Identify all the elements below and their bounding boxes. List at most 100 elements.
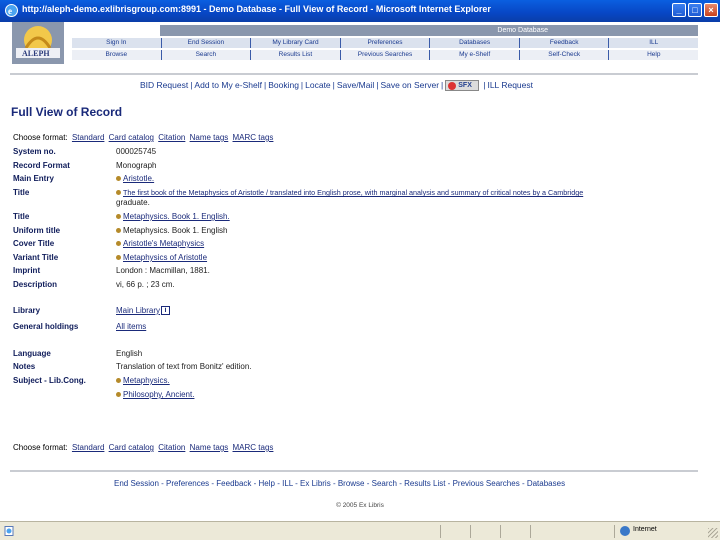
value-subject-2: Philosophy, Ancient.: [116, 390, 194, 399]
nav-browse[interactable]: Browse: [72, 50, 162, 60]
value-main-entry: Aristotle.: [116, 174, 154, 183]
value-record-format: Monograph: [116, 161, 157, 170]
booking-link[interactable]: Booking: [268, 80, 299, 90]
nav-previous-searches[interactable]: Previous Searches: [341, 50, 431, 60]
label-cover-title: Cover Title: [13, 239, 55, 248]
nav-self-check[interactable]: Self-Check: [520, 50, 610, 60]
footer-divider: [10, 470, 698, 472]
value-title-cont: graduate.: [116, 198, 150, 207]
title-2-link[interactable]: Metaphysics. Book 1. English.: [123, 212, 230, 221]
subject-link-metaphysics[interactable]: Metaphysics.: [123, 376, 170, 385]
format-name-tags[interactable]: Name tags: [190, 133, 229, 142]
value-library: Main Library i: [116, 306, 171, 315]
nav-feedback[interactable]: Feedback: [520, 38, 610, 48]
minimize-button[interactable]: _: [672, 3, 686, 17]
label-main-entry: Main Entry: [13, 174, 54, 183]
footer-navigation: End Session - Preferences - Feedback - H…: [114, 479, 566, 488]
statusbar-separator: [440, 525, 441, 538]
nav-preferences[interactable]: Preferences: [341, 38, 431, 48]
logo-text: ALEPH: [22, 49, 50, 58]
info-icon[interactable]: i: [161, 306, 171, 315]
value-title: The first book of the Metaphysics of Ari…: [116, 188, 583, 197]
title-link[interactable]: The first book of the Metaphysics of Ari…: [123, 188, 583, 197]
label-uniform-title: Uniform title: [13, 226, 61, 235]
statusbar-separator: [470, 525, 471, 538]
value-notes: Translation of text from Bonitz' edition…: [116, 362, 252, 371]
copyright: © 2005 Ex Libris: [336, 502, 384, 509]
footer-help[interactable]: Help: [259, 479, 275, 488]
library-link[interactable]: Main Library: [116, 306, 160, 315]
label-language: Language: [13, 349, 51, 358]
format-marc-tags[interactable]: MARC tags: [233, 133, 274, 142]
format-standard[interactable]: Standard: [72, 133, 104, 142]
label-variant-title: Variant Title: [13, 253, 59, 262]
value-cover-title: Aristotle's Metaphysics: [116, 239, 204, 248]
footer-databases[interactable]: Databases: [527, 479, 565, 488]
format-label: Choose format:: [13, 443, 68, 452]
header-divider: [10, 73, 698, 75]
label-library: Library: [13, 306, 41, 315]
footer-ex-libris[interactable]: Ex Libris: [300, 479, 331, 488]
save-on-server-link[interactable]: Save on Server: [380, 80, 439, 90]
format-citation[interactable]: Citation: [158, 133, 185, 142]
format-name-tags[interactable]: Name tags: [190, 443, 229, 452]
resize-grip[interactable]: [708, 528, 718, 538]
footer-preferences[interactable]: Preferences: [166, 479, 209, 488]
page-icon: [4, 526, 14, 536]
link-bullet-icon: [116, 241, 121, 247]
label-system-no: System no.: [13, 147, 56, 156]
format-marc-tags[interactable]: MARC tags: [233, 443, 274, 452]
nav-databases[interactable]: Databases: [430, 38, 520, 48]
cover-title-link[interactable]: Aristotle's Metaphysics: [123, 239, 204, 248]
format-standard[interactable]: Standard: [72, 443, 104, 452]
nav-sign-in[interactable]: Sign In: [72, 38, 162, 48]
nav-search[interactable]: Search: [162, 50, 252, 60]
footer-previous-searches[interactable]: Previous Searches: [453, 479, 520, 488]
bid-request-link[interactable]: BID Request: [140, 80, 188, 90]
footer-end-session[interactable]: End Session: [114, 479, 159, 488]
label-subject: Subject - Lib.Cong.: [13, 376, 86, 385]
nav-help[interactable]: Help: [609, 50, 698, 60]
footer-search[interactable]: Search: [372, 479, 397, 488]
database-name: Demo Database: [160, 25, 698, 36]
nav-my-library-card[interactable]: My Library Card: [251, 38, 341, 48]
sfx-button[interactable]: SFX: [445, 79, 480, 91]
nav-results-list[interactable]: Results List: [251, 50, 341, 60]
link-bullet-icon: [116, 190, 121, 196]
window-titlebar: e http://aleph-demo.exlibrisgroup.com:89…: [0, 0, 720, 22]
variant-title-link[interactable]: Metaphysics of Aristotle: [123, 253, 207, 262]
footer-feedback[interactable]: Feedback: [216, 479, 251, 488]
footer-ill[interactable]: ILL: [282, 479, 293, 488]
format-chooser-top: Choose format: Standard Card catalog Cit…: [13, 133, 273, 142]
label-notes: Notes: [13, 362, 36, 371]
value-uniform-title: Metaphysics. Book 1. English: [116, 226, 228, 235]
nav-my-e-shelf[interactable]: My e-Shelf: [430, 50, 520, 60]
nav-end-session[interactable]: End Session: [162, 38, 252, 48]
value-subject: Metaphysics.: [116, 376, 170, 385]
format-card-catalog[interactable]: Card catalog: [109, 443, 154, 452]
subject-link-philosophy[interactable]: Philosophy, Ancient.: [123, 390, 194, 399]
aleph-header: ALEPH Demo Database Sign In End Session …: [10, 22, 698, 66]
label-record-format: Record Format: [13, 161, 70, 170]
ill-request-link[interactable]: ILL Request: [487, 80, 533, 90]
link-bullet-icon: [116, 378, 121, 384]
nav-ill[interactable]: ILL: [609, 38, 698, 48]
main-entry-link[interactable]: Aristotle.: [123, 174, 154, 183]
format-card-catalog[interactable]: Card catalog: [109, 133, 154, 142]
locate-link[interactable]: Locate: [305, 80, 331, 90]
statusbar-separator: [614, 525, 615, 538]
save-mail-link[interactable]: Save/Mail: [337, 80, 374, 90]
footer-browse[interactable]: Browse: [338, 479, 365, 488]
footer-results-list[interactable]: Results List: [404, 479, 445, 488]
link-bullet-icon: [116, 255, 121, 261]
close-button[interactable]: ×: [704, 3, 718, 17]
value-variant-title: Metaphysics of Aristotle: [116, 253, 207, 262]
uniform-title-link[interactable]: Metaphysics. Book 1. English: [123, 226, 228, 235]
format-citation[interactable]: Citation: [158, 443, 185, 452]
link-bullet-icon: [116, 214, 121, 220]
add-to-e-shelf-link[interactable]: Add to My e-Shelf: [194, 80, 262, 90]
value-description: vi, 66 p. ; 23 cm.: [116, 280, 175, 289]
all-items-link[interactable]: All items: [116, 322, 146, 331]
page-title: Full View of Record: [11, 105, 123, 119]
maximize-button[interactable]: □: [688, 3, 702, 17]
